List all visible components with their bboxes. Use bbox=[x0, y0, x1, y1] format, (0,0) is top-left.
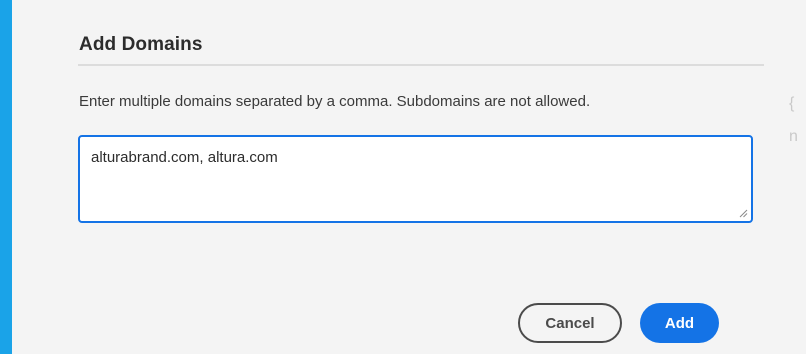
title-divider bbox=[78, 64, 764, 66]
add-button[interactable]: Add bbox=[640, 303, 719, 343]
background-glyph: n bbox=[789, 128, 798, 145]
domains-input[interactable] bbox=[80, 137, 751, 221]
resize-handle-icon[interactable] bbox=[738, 208, 748, 218]
domains-input-container bbox=[78, 135, 753, 223]
dialog-description: Enter multiple domains separated by a co… bbox=[79, 93, 591, 110]
background-glyph: { bbox=[789, 95, 795, 112]
screen-background: Add Domains Enter multiple domains separ… bbox=[0, 0, 806, 354]
add-domains-dialog: Add Domains Enter multiple domains separ… bbox=[12, 0, 806, 354]
dialog-title: Add Domains bbox=[79, 34, 203, 55]
cancel-button[interactable]: Cancel bbox=[518, 303, 622, 343]
